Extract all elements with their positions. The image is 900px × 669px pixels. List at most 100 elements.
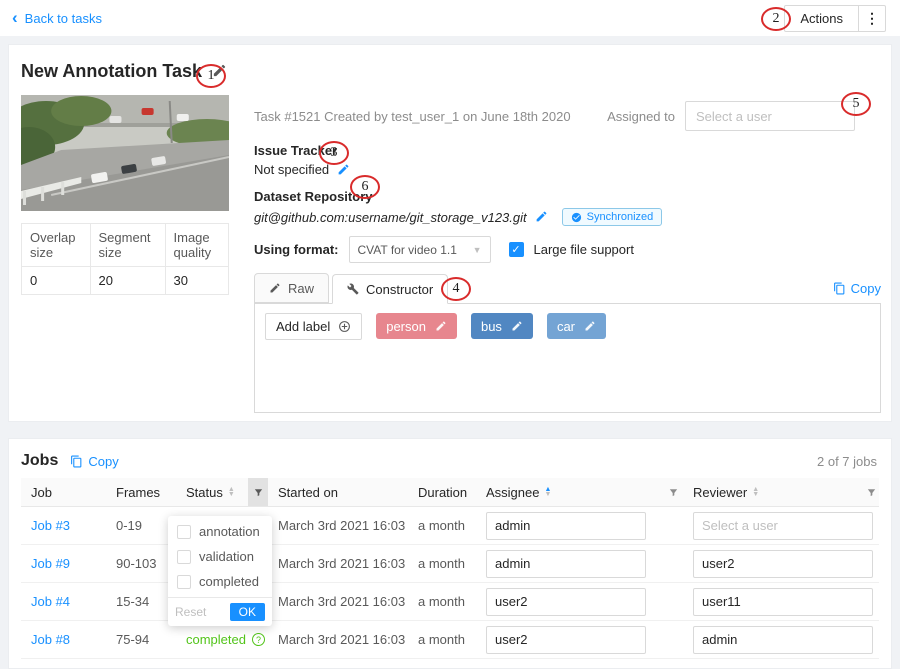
annotation-circle-1: 1 xyxy=(196,64,226,88)
frames-cell: 0-19 xyxy=(106,518,176,533)
assignee-input[interactable] xyxy=(486,550,646,578)
assignee-input[interactable] xyxy=(486,626,646,654)
task-preview-image xyxy=(21,95,229,211)
task-meta-text: Task #1521 Created by test_user_1 on Jun… xyxy=(254,109,571,124)
copy-labels-label: Copy xyxy=(851,281,881,296)
job-link[interactable]: Job #8 xyxy=(31,632,70,647)
column-header-started[interactable]: Started on xyxy=(268,478,408,506)
actions-button[interactable]: Actions ⋮ xyxy=(784,5,886,32)
status-cell: completed ? xyxy=(176,632,268,647)
checkbox[interactable] xyxy=(177,525,191,539)
column-header-reviewer[interactable]: Reviewer ▲ ▼ xyxy=(683,478,881,506)
assigned-to-input[interactable] xyxy=(685,101,855,131)
caret-down-icon: ▼ xyxy=(228,492,235,497)
reviewer-input[interactable] xyxy=(693,626,873,654)
started-cell: March 3rd 2021 16:03 xyxy=(268,556,408,571)
annotation-circle-5: 5 xyxy=(841,92,871,116)
add-label-button[interactable]: Add label xyxy=(265,313,362,340)
label-tag-car[interactable]: car xyxy=(547,313,606,339)
param-header-overlap: Overlap size xyxy=(22,224,91,267)
jobs-count: 2 of 7 jobs xyxy=(817,454,877,469)
wrench-icon xyxy=(347,283,359,295)
label-tag-person-name: person xyxy=(386,319,426,334)
job-link[interactable]: Job #9 xyxy=(31,556,70,571)
plus-circle-icon xyxy=(338,320,351,333)
assignee-input[interactable] xyxy=(486,588,646,616)
param-value-overlap: 0 xyxy=(22,267,91,295)
jobs-table: Job Frames Status ▲ ▼ Started on Duratio… xyxy=(21,478,879,659)
job-row: Job #8 75-94 completed ? March 3rd 2021 … xyxy=(21,621,879,659)
assignee-input[interactable] xyxy=(486,512,646,540)
reviewer-input[interactable] xyxy=(693,512,873,540)
dataset-repository-url[interactable]: git@github.com:username/git_storage_v123… xyxy=(254,210,527,225)
duration-cell: a month xyxy=(408,632,476,647)
sort-icon[interactable]: ▲ ▼ xyxy=(752,487,759,497)
label-tag-bus[interactable]: bus xyxy=(471,313,533,339)
reviewer-input[interactable] xyxy=(693,588,873,616)
kebab-menu-icon[interactable]: ⋮ xyxy=(858,6,885,31)
started-cell: March 3rd 2021 16:03 xyxy=(268,632,408,647)
edit-repository-icon[interactable] xyxy=(535,210,548,225)
edit-label-icon[interactable] xyxy=(435,319,447,333)
ok-button[interactable]: OK xyxy=(230,603,265,621)
status-label: completed xyxy=(186,632,246,647)
task-details-card: New Annotation Task xyxy=(8,44,892,422)
filter-option-validation[interactable]: validation xyxy=(168,544,272,569)
sort-icon[interactable]: ▲ ▼ xyxy=(228,487,235,497)
filter-option-annotation[interactable]: annotation xyxy=(168,519,272,544)
sort-icon[interactable]: ▲ ▼ xyxy=(544,487,551,497)
label-tag-car-name: car xyxy=(557,319,575,334)
caret-down-icon: ▼ xyxy=(544,492,551,497)
job-row: Job #4 15-34 March 3rd 2021 16:03 a mont… xyxy=(21,583,879,621)
chevron-down-icon: ▼ xyxy=(473,245,482,255)
copy-icon xyxy=(70,455,83,468)
column-header-status[interactable]: Status ▲ ▼ xyxy=(176,478,268,506)
caret-down-icon: ▼ xyxy=(752,492,759,497)
labels-constructor-panel: Add label person bus car xyxy=(254,303,881,413)
reviewer-input[interactable] xyxy=(693,550,873,578)
format-select[interactable]: CVAT for video 1.1 ▼ xyxy=(349,236,491,263)
param-value-segment: 20 xyxy=(90,267,165,295)
copy-jobs-button[interactable]: Copy xyxy=(70,454,118,469)
job-row: Job #9 90-103 March 3rd 2021 16:03 a mon… xyxy=(21,545,879,583)
annotation-circle-6: 6 xyxy=(350,175,380,199)
jobs-table-header: Job Frames Status ▲ ▼ Started on Duratio… xyxy=(21,478,879,507)
tab-constructor[interactable]: Constructor xyxy=(332,274,448,304)
checkbox[interactable] xyxy=(177,550,191,564)
column-header-frames[interactable]: Frames xyxy=(106,478,176,506)
status-filter-dropdown: annotation validation completed Reset OK xyxy=(168,516,272,626)
dataset-repository-label: Dataset Repository xyxy=(254,189,881,204)
label-tag-person[interactable]: person xyxy=(376,313,457,339)
param-value-quality: 30 xyxy=(165,267,228,295)
back-to-tasks-link[interactable]: ‹ Back to tasks xyxy=(12,11,102,26)
reset-button[interactable]: Reset xyxy=(175,605,206,619)
tab-raw-label: Raw xyxy=(288,281,314,296)
status-filter-icon[interactable] xyxy=(248,478,268,506)
param-header-quality: Image quality xyxy=(165,224,228,267)
column-header-assignee[interactable]: Assignee ▲ ▼ xyxy=(476,478,683,506)
param-header-segment: Segment size xyxy=(90,224,165,267)
edit-label-icon[interactable] xyxy=(511,319,523,333)
frames-cell: 15-34 xyxy=(106,594,176,609)
filter-option-completed[interactable]: completed xyxy=(168,569,272,594)
copy-jobs-label: Copy xyxy=(88,454,118,469)
frames-cell: 75-94 xyxy=(106,632,176,647)
column-header-duration[interactable]: Duration xyxy=(408,478,476,506)
column-header-job[interactable]: Job xyxy=(21,478,106,506)
checkbox[interactable] xyxy=(177,575,191,589)
job-link[interactable]: Job #4 xyxy=(31,594,70,609)
annotation-circle-3: 3 xyxy=(319,141,349,165)
frames-cell: 90-103 xyxy=(106,556,176,571)
actions-button-label[interactable]: Actions xyxy=(785,6,858,31)
add-label-button-label: Add label xyxy=(276,319,330,334)
reviewer-filter-icon[interactable] xyxy=(861,478,881,506)
started-cell: March 3rd 2021 16:03 xyxy=(268,518,408,533)
edit-label-icon[interactable] xyxy=(584,319,596,333)
job-link[interactable]: Job #3 xyxy=(31,518,70,533)
large-file-support-checkbox[interactable]: ✓ xyxy=(509,242,524,257)
assignee-filter-icon[interactable] xyxy=(663,478,683,506)
jobs-card: Jobs Copy 2 of 7 jobs Job Frames Status … xyxy=(8,438,892,669)
tab-raw[interactable]: Raw xyxy=(254,273,329,303)
copy-labels-button[interactable]: Copy xyxy=(833,281,881,296)
task-title: New Annotation Task xyxy=(21,61,202,82)
